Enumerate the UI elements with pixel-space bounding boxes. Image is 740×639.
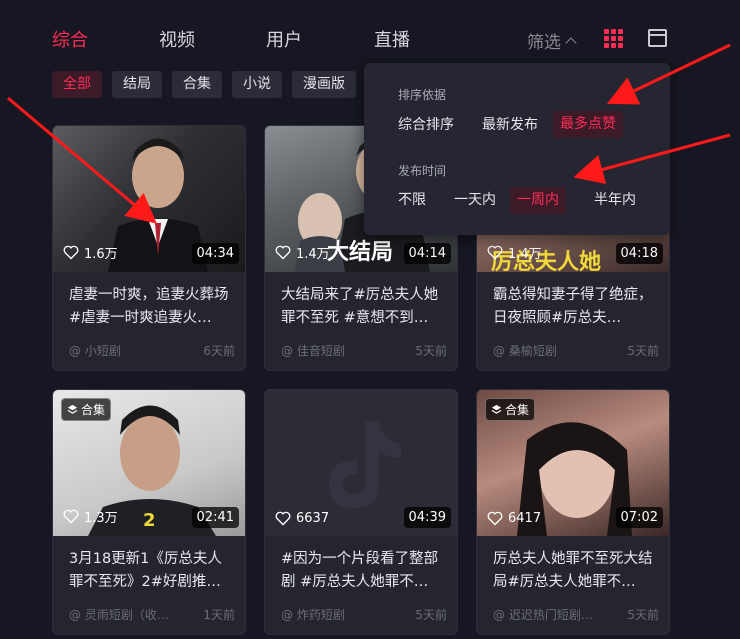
video-meta: @ 迟迟热门短剧… 5天前 (493, 606, 659, 623)
author-name[interactable]: @ 灵雨短剧（收… (69, 606, 169, 623)
sort-option-most-liked[interactable]: 最多点赞 (553, 111, 623, 138)
grid-view-icon[interactable] (604, 29, 623, 48)
video-thumbnail[interactable]: 1.6万 04:34 (53, 126, 245, 272)
collection-badge-label: 合集 (81, 403, 106, 417)
top-tabs: 综合 视频 用户 直播 筛选 (0, 0, 740, 70)
author-name[interactable]: @ 迟迟热门短剧… (493, 606, 593, 623)
like-count: 6417 (487, 511, 541, 526)
time-option-one-day[interactable]: 一天内 (447, 187, 503, 214)
collection-badge-label: 合集 (505, 403, 530, 417)
duration-badge: 07:02 (615, 507, 663, 528)
video-meta: @ 桑榆短剧 5天前 (493, 342, 659, 359)
chip-novel[interactable]: 小说 (232, 71, 282, 98)
publish-time: 5天前 (627, 608, 659, 622)
time-option-half-year[interactable]: 半年内 (587, 187, 643, 214)
duration-badge: 04:18 (615, 243, 663, 264)
publish-time: 5天前 (415, 344, 447, 358)
video-card[interactable]: 6637 04:39 #因为一个片段看了整部剧 #厉总夫人她罪不… @ 炸药短剧… (264, 389, 458, 635)
video-title[interactable]: 厉总夫人她罪不至死大结局#厉总夫人她罪不… (493, 548, 659, 594)
tab-live[interactable]: 直播 (374, 26, 410, 52)
like-count: 1.4万 (487, 243, 542, 262)
like-count-text: 6637 (296, 511, 330, 526)
filter-panel: 排序依据 综合排序 最新发布 最多点赞 发布时间 不限 一天内 一周内 半年内 (364, 63, 670, 235)
category-chips: 全部 结局 合集 小说 漫画版 (52, 71, 356, 98)
tab-video[interactable]: 视频 (159, 26, 195, 52)
thumbnail-caption: 大结局 (327, 240, 394, 265)
heart-icon (275, 245, 291, 260)
sort-section-label: 排序依据 (398, 88, 447, 102)
duration-badge: 04:34 (191, 243, 239, 264)
video-thumbnail[interactable]: 6637 04:39 (265, 390, 457, 536)
video-title[interactable]: 霸总得知妻子得了绝症，日夜照顾#厉总夫… (493, 284, 659, 330)
like-count-text: 1.4万 (296, 247, 330, 262)
time-option-unlimited[interactable]: 不限 (391, 187, 433, 214)
tab-comprehensive[interactable]: 综合 (52, 26, 88, 52)
single-view-icon[interactable] (648, 29, 667, 47)
sort-option-latest[interactable]: 最新发布 (475, 112, 545, 139)
layers-icon (491, 404, 502, 414)
publish-time: 1天前 (203, 608, 235, 622)
tab-users[interactable]: 用户 (266, 26, 302, 52)
sort-option-comprehensive[interactable]: 综合排序 (391, 112, 461, 139)
chevron-up-icon (565, 36, 577, 49)
chip-ending[interactable]: 结局 (112, 71, 162, 98)
like-count: 1.6万 (63, 243, 118, 262)
video-meta: @ 小短剧 6天前 (69, 342, 235, 359)
publish-time: 5天前 (627, 344, 659, 358)
like-count-text: 1.6万 (84, 247, 118, 262)
video-title[interactable]: 3月18更新1《厉总夫人罪不至死》2#好剧推… (69, 548, 235, 594)
like-count-text: 1.3万 (84, 511, 118, 526)
chip-all[interactable]: 全部 (52, 71, 102, 98)
video-meta: @ 佳音短剧 5天前 (281, 342, 447, 359)
collection-badge: 合集 (61, 398, 112, 421)
tiktok-logo-icon (329, 422, 401, 508)
like-count: 1.3万 (63, 507, 118, 526)
duration-badge: 04:39 (403, 507, 451, 528)
like-count-text: 6417 (508, 511, 542, 526)
author-name[interactable]: @ 小短剧 (69, 342, 121, 359)
time-option-one-week[interactable]: 一周内 (510, 187, 566, 214)
video-title[interactable]: 虐妻一时爽，追妻火葬场#虐妻一时爽追妻火… (69, 284, 235, 330)
filter-toggle-label: 筛选 (527, 33, 561, 53)
layers-icon (67, 404, 78, 414)
video-card[interactable]: 合集 2 1.3万 02:41 3月18更新1《厉总夫人罪不至死》2#好剧推… … (52, 389, 246, 635)
publish-time: 5天前 (415, 608, 447, 622)
video-thumbnail[interactable]: 合集 6417 07:02 (477, 390, 669, 536)
like-count: 1.4万 (275, 243, 330, 262)
heart-icon (487, 511, 503, 526)
like-count-text: 1.4万 (508, 247, 542, 262)
video-meta: @ 炸药短剧 5天前 (281, 606, 447, 623)
publish-time: 6天前 (203, 344, 235, 358)
video-title[interactable]: 大结局来了#厉总夫人她罪不至死 #意想不到… (281, 284, 447, 330)
thumbnail-caption: 2 (143, 510, 156, 531)
author-name[interactable]: @ 佳音短剧 (281, 342, 345, 359)
video-meta: @ 灵雨短剧（收… 1天前 (69, 606, 235, 623)
heart-icon (63, 245, 79, 260)
heart-icon (275, 511, 291, 526)
heart-icon (63, 509, 79, 524)
video-thumbnail[interactable]: 合集 2 1.3万 02:41 (53, 390, 245, 536)
author-name[interactable]: @ 桑榆短剧 (493, 342, 557, 359)
collection-badge: 合集 (485, 398, 536, 421)
like-count: 6637 (275, 511, 329, 526)
heart-icon (487, 245, 503, 260)
duration-badge: 02:41 (191, 507, 239, 528)
duration-badge: 04:14 (403, 243, 451, 264)
video-card[interactable]: 1.6万 04:34 虐妻一时爽，追妻火葬场#虐妻一时爽追妻火… @ 小短剧 6… (52, 125, 246, 371)
video-title[interactable]: #因为一个片段看了整部剧 #厉总夫人她罪不… (281, 548, 447, 594)
video-card[interactable]: 合集 6417 07:02 厉总夫人她罪不至死大结局#厉总夫人她罪不… @ 迟迟… (476, 389, 670, 635)
chip-comic[interactable]: 漫画版 (292, 71, 356, 98)
time-section-label: 发布时间 (398, 164, 447, 178)
chip-collection[interactable]: 合集 (172, 71, 222, 98)
author-name[interactable]: @ 炸药短剧 (281, 606, 345, 623)
filter-toggle-button[interactable]: 筛选 (527, 28, 577, 53)
